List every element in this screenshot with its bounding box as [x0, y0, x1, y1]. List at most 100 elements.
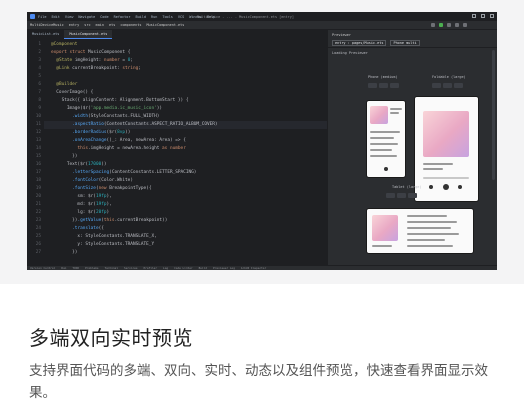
breadcrumb-item[interactable]: components — [120, 23, 141, 27]
tool-window-item[interactable]: Problems — [85, 266, 98, 270]
tool-window-item[interactable]: Profiler — [144, 266, 157, 270]
tab-musiccomponent[interactable]: MusicComponent.ets — [64, 30, 113, 39]
minimize-icon[interactable] — [472, 14, 476, 18]
close-icon[interactable] — [490, 14, 494, 18]
app-logo-icon — [30, 14, 35, 19]
code-line[interactable]: this.imgHeight = newArea.height as numbe… — [51, 145, 218, 153]
code-line[interactable]: .borderRadius($r(8vp)) — [51, 129, 218, 137]
breadcrumb-item[interactable]: src — [84, 23, 90, 27]
more-icon[interactable] — [390, 83, 399, 88]
code-line[interactable]: @Builder — [51, 81, 218, 89]
run-icon[interactable] — [439, 23, 443, 27]
more-icon[interactable] — [454, 83, 463, 88]
code-line[interactable]: .letterSpacing(ContentConstants.LETTER_S… — [51, 169, 218, 177]
tool-window-item[interactable]: TODO — [72, 266, 79, 270]
line-number: 3 — [38, 58, 41, 63]
line-number: 2 — [38, 50, 41, 55]
menu-item[interactable]: Navigate — [78, 15, 95, 19]
code-line[interactable]: .aspectRatio(ContentConstants.ASPECT_RAT… — [51, 121, 217, 129]
code-line[interactable]: .width(StyleConstants.FULL_WIDTH) — [51, 113, 218, 121]
stop-icon[interactable] — [455, 23, 459, 27]
code-line[interactable]: .translate({ — [51, 225, 218, 233]
zoom-icon[interactable] — [379, 83, 388, 88]
tool-window-item[interactable]: Terminal — [105, 266, 118, 270]
line-number: 13 — [35, 138, 41, 143]
code-line[interactable]: x: StyleConstants.TRANSLATE_X, — [51, 233, 218, 241]
zoom-icon[interactable] — [397, 193, 406, 198]
code-line[interactable]: }) — [51, 249, 218, 257]
maximize-icon[interactable] — [481, 14, 485, 18]
code-line[interactable]: md: $r(19fp), — [51, 201, 218, 209]
tool-window-item[interactable]: Previewer Log — [213, 266, 235, 270]
phone-device-label: Phone (medium) — [368, 75, 398, 79]
code-line[interactable]: .fontColor(Color.White) — [51, 177, 218, 185]
menu-item[interactable]: Edit — [51, 15, 59, 19]
tablet-preview[interactable] — [366, 208, 474, 254]
tool-window-item[interactable]: Version Control — [30, 266, 55, 270]
line-number: 5 — [38, 74, 41, 79]
menu-item[interactable]: Code — [100, 15, 108, 19]
previewer-title: Previewer — [332, 32, 351, 37]
breadcrumb-item[interactable]: MultiDeviceMusic — [30, 23, 64, 27]
code-line[interactable]: }).getValue(this.currentBreakpoint)) — [51, 217, 218, 225]
tool-window-item[interactable]: ArkUI Inspector — [241, 266, 266, 270]
menu-item[interactable]: File — [38, 15, 46, 19]
code-line[interactable] — [51, 73, 218, 81]
code-line[interactable]: .onAreaChange((_: Area, newArea: Area) =… — [51, 137, 218, 145]
rotate-icon[interactable] — [432, 83, 441, 88]
foldable-preview[interactable] — [414, 96, 479, 202]
code-line[interactable]: export struct MusicComponent { — [51, 49, 218, 57]
line-number: 19 — [35, 186, 41, 191]
code-line[interactable]: @Link currentBreakpoint: string; — [51, 65, 218, 73]
code-line[interactable]: Image($r('app.media.ic_music_icon')) — [51, 105, 218, 113]
run-toolbar — [431, 23, 467, 27]
code-line[interactable]: Text($r(17000)) — [51, 161, 218, 169]
code-line[interactable]: sm: $r(19fp), — [51, 193, 218, 201]
tool-window-item[interactable]: Run — [61, 266, 66, 270]
breadcrumb-item[interactable]: MusicComponent.ets — [146, 23, 184, 27]
menu-item[interactable]: Run — [151, 15, 157, 19]
zoom-icon[interactable] — [443, 83, 452, 88]
phone-preview[interactable] — [366, 100, 406, 178]
debug-icon[interactable] — [447, 23, 451, 27]
tool-window-item[interactable]: Build — [199, 266, 207, 270]
album-cover-image — [372, 215, 398, 241]
tablet-device-label: Tablet (large) — [392, 185, 422, 189]
line-number: 4 — [38, 66, 41, 71]
menu-item[interactable]: VCS — [178, 15, 184, 19]
code-line[interactable]: y: StyleConstants.TRANSLATE_Y — [51, 241, 218, 249]
tab-musiclist[interactable]: MusicList.ets — [27, 30, 64, 39]
breadcrumb-item[interactable]: ets — [109, 23, 115, 27]
code-line[interactable]: Stack({ alignContent: Alignment.BottomSt… — [51, 97, 218, 105]
menu-item[interactable]: Refactor — [114, 15, 131, 19]
code-line[interactable]: }) — [51, 153, 218, 161]
code-editor[interactable]: 1 2 3 4 5 6 7 8 9 10 11 12 13 14 15 16 17 18 19 20 21 22 23 24 2… — [27, 39, 327, 265]
code-line[interactable]: lg: $r(20fp) — [51, 209, 218, 217]
menu-item[interactable]: Tools — [162, 15, 173, 19]
previewer-scrollbar[interactable] — [492, 50, 495, 180]
code-line[interactable]: CoverImage() { — [51, 89, 218, 97]
previewer-page-select[interactable]: entry : pages/Music.ets — [332, 40, 387, 46]
line-number: 11 — [35, 122, 41, 127]
breadcrumb: MultiDeviceMusic entry src main ets comp… — [27, 21, 497, 30]
line-number: 10 — [35, 114, 41, 119]
tool-window-item[interactable]: Code Linter — [174, 266, 193, 270]
previewer-profile-select[interactable]: Phone multi — [390, 40, 420, 46]
menu-item[interactable]: View — [65, 15, 73, 19]
breadcrumb-item[interactable]: entry — [69, 23, 80, 27]
code-text[interactable]: @Component export struct MusicComponent {… — [51, 41, 218, 257]
rotate-icon[interactable] — [386, 193, 395, 198]
code-line[interactable]: .fontSize(new BreakpointType({ — [51, 185, 218, 193]
menu-item[interactable]: Build — [135, 15, 146, 19]
settings-icon[interactable] — [463, 23, 467, 27]
tool-window-item[interactable]: Services — [124, 266, 137, 270]
tablet-device-controls — [386, 193, 417, 198]
album-cover-image — [370, 106, 388, 124]
device-select-icon[interactable] — [431, 23, 435, 27]
code-line[interactable]: @Component — [51, 41, 218, 49]
rotate-icon[interactable] — [368, 83, 377, 88]
code-line[interactable]: @State imgHeight: number = 0; — [51, 57, 218, 65]
tool-window-item[interactable]: Log — [163, 266, 168, 270]
more-icon[interactable] — [408, 193, 417, 198]
breadcrumb-item[interactable]: main — [96, 23, 104, 27]
